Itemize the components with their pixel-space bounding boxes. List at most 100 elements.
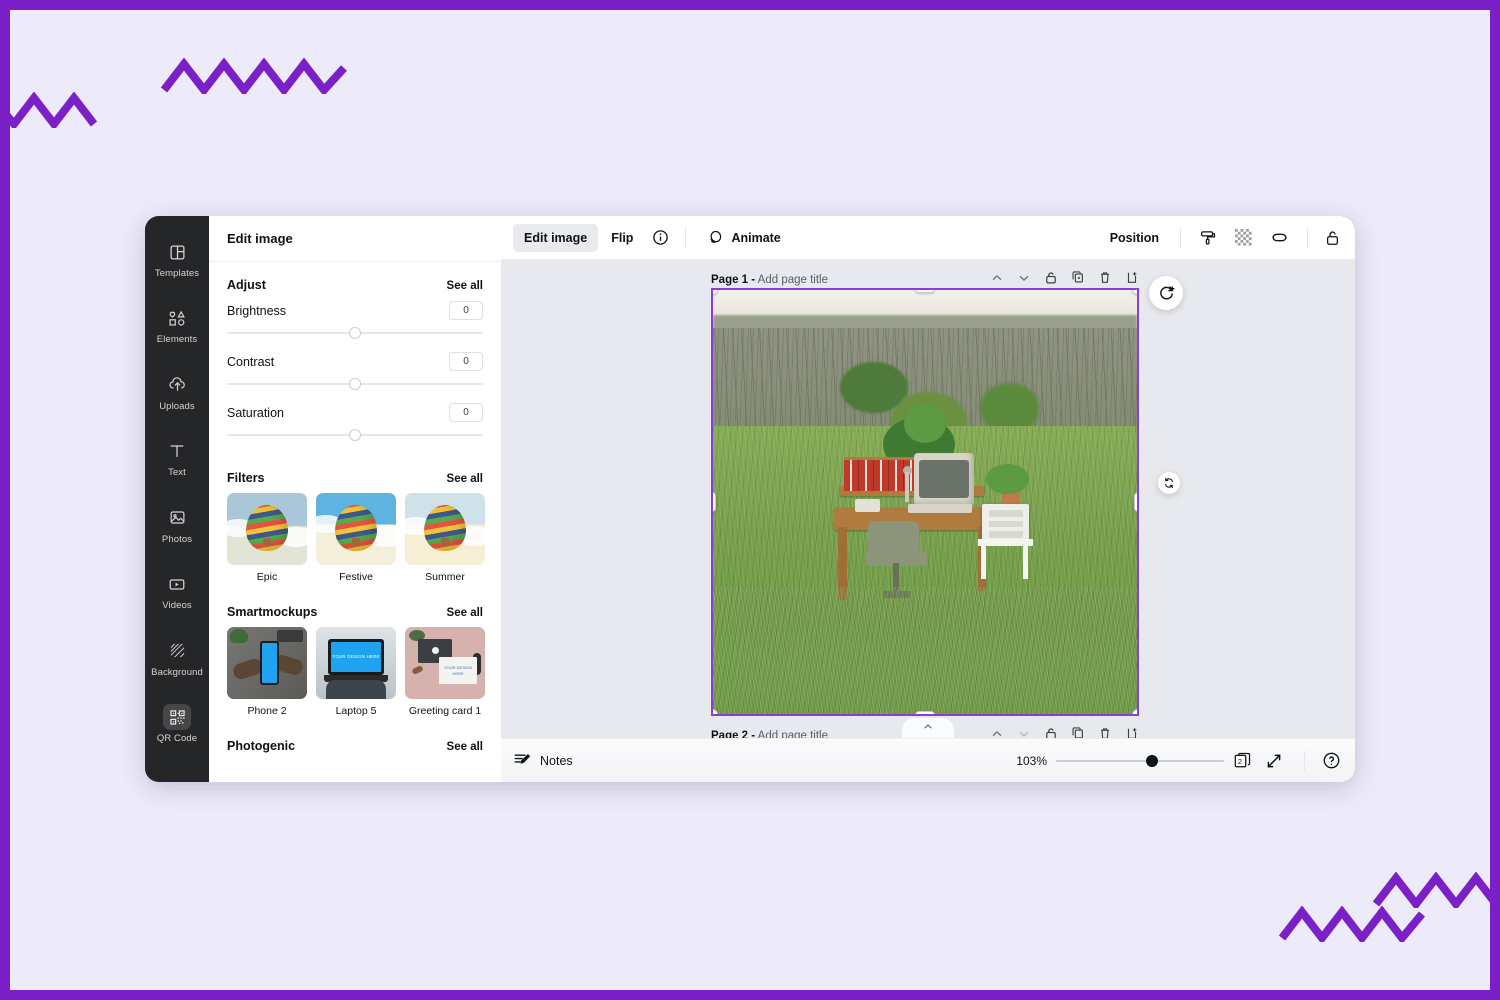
left-tool-rail: Templates Elements Uploads Text Photos V…	[145, 216, 209, 782]
statusbar-divider	[1304, 750, 1305, 771]
mockup-preview-image	[227, 627, 307, 699]
paint-roller-icon[interactable]	[1199, 229, 1217, 247]
mockup-thumb-greeting-card[interactable]: YOUR DESIGN HERE Greeting card 1	[405, 627, 485, 717]
adjust-see-all-link[interactable]: See all	[447, 280, 483, 292]
edit-image-button[interactable]: Edit image	[513, 223, 599, 252]
filter-thumb-epic[interactable]: Epic	[227, 493, 307, 583]
brightness-control: Brightness 0	[227, 301, 483, 343]
selected-image-element[interactable]	[713, 290, 1137, 714]
chevron-down-icon[interactable]	[1017, 271, 1031, 290]
sidebar-item-uploads[interactable]: Uploads	[147, 363, 207, 418]
notes-label: Notes	[540, 753, 573, 768]
mockup-thumb-phone[interactable]: Phone 2	[227, 627, 307, 717]
trash-icon[interactable]	[1098, 270, 1112, 290]
frame-border-right	[1490, 0, 1500, 1000]
resize-handle-top-center[interactable]	[915, 290, 935, 293]
page-2-title[interactable]: Page 2 - Add page title	[711, 730, 828, 738]
lock-icon[interactable]	[1324, 229, 1341, 247]
page-1-canvas[interactable]	[711, 288, 1139, 716]
sidebar-label: Videos	[162, 600, 192, 612]
adjust-title: Adjust	[227, 278, 266, 292]
filters-see-all-link[interactable]: See all	[447, 473, 483, 485]
panel-scroll-body[interactable]: Adjust See all Brightness 0 Contrast 0 S…	[209, 262, 501, 782]
filter-preview-image	[227, 493, 307, 565]
expand-icon[interactable]	[1265, 752, 1283, 770]
filter-label: Summer	[425, 571, 465, 583]
add-page-icon[interactable]	[1125, 270, 1139, 290]
chevron-down-icon[interactable]	[1017, 727, 1031, 739]
resize-handle-middle-right[interactable]	[1134, 492, 1137, 512]
transparency-icon[interactable]	[1235, 229, 1252, 246]
editor-area: Edit image Flip Animate Position Page 1 …	[501, 216, 1355, 782]
photogenic-see-all-link[interactable]: See all	[447, 741, 483, 753]
collapse-panel-tab[interactable]	[902, 718, 954, 738]
brightness-input[interactable]: 0	[449, 301, 483, 320]
context-toolbar: Edit image Flip Animate Position	[501, 216, 1355, 260]
zoom-slider-track	[1056, 759, 1224, 762]
position-button[interactable]: Position	[1099, 224, 1170, 252]
zoom-slider-knob[interactable]	[1145, 754, 1158, 767]
zoom-slider[interactable]	[1056, 754, 1224, 768]
slider-knob[interactable]	[349, 429, 361, 441]
smartmockups-title: Smartmockups	[227, 605, 318, 619]
sidebar-item-elements[interactable]: Elements	[147, 296, 207, 351]
page-count-button[interactable]: 2	[1233, 751, 1252, 770]
sidebar-item-qr-code[interactable]: QR Code	[147, 695, 207, 750]
lock-icon[interactable]	[1044, 270, 1058, 290]
sidebar-item-templates[interactable]: Templates	[147, 230, 207, 285]
animate-button[interactable]: Animate	[696, 224, 791, 252]
resize-handle-bottom-center[interactable]	[915, 711, 935, 714]
slider-knob[interactable]	[349, 378, 361, 390]
trash-icon[interactable]	[1098, 726, 1112, 738]
sidebar-item-photos[interactable]: Photos	[147, 496, 207, 551]
sidebar-label: Uploads	[159, 400, 195, 412]
filter-thumb-summer[interactable]: Summer	[405, 493, 485, 583]
smartmockups-see-all-link[interactable]: See all	[447, 607, 483, 619]
sidebar-item-background[interactable]: Background	[147, 629, 207, 684]
contrast-input[interactable]: 0	[449, 352, 483, 371]
sidebar-item-more[interactable]: More	[147, 762, 207, 783]
sidebar-item-videos[interactable]: Videos	[147, 562, 207, 617]
background-icon	[163, 638, 191, 664]
filters-grid: Epic Festive Summer	[227, 493, 485, 583]
replace-image-button[interactable]	[1158, 472, 1180, 494]
contrast-slider[interactable]	[227, 374, 483, 394]
flip-button[interactable]: Flip	[600, 224, 644, 252]
filter-thumb-festive[interactable]: Festive	[316, 493, 396, 583]
filter-preview-image	[316, 493, 396, 565]
add-comment-button[interactable]	[1149, 276, 1183, 310]
qr-code-icon	[163, 704, 191, 731]
duplicate-icon[interactable]	[1071, 726, 1085, 738]
saturation-input[interactable]: 0	[449, 403, 483, 422]
page-1-title[interactable]: Page 1 - Add page title	[711, 274, 828, 286]
chevron-up-icon[interactable]	[990, 271, 1004, 290]
page-1-header: Page 1 - Add page title	[711, 270, 1139, 290]
info-icon[interactable]	[652, 229, 669, 246]
photos-icon	[163, 505, 191, 531]
resize-handle-bottom-right[interactable]	[1132, 709, 1137, 714]
lock-icon[interactable]	[1044, 726, 1058, 738]
filter-label: Festive	[339, 571, 373, 583]
duplicate-icon[interactable]	[1071, 270, 1085, 290]
slider-knob[interactable]	[349, 327, 361, 339]
sidebar-label: Text	[168, 467, 186, 479]
sidebar-item-text[interactable]: Text	[147, 429, 207, 484]
link-icon[interactable]	[1270, 229, 1289, 246]
mockup-thumb-laptop[interactable]: YOUR DESIGN HERE Laptop 5	[316, 627, 396, 717]
videos-icon	[163, 571, 191, 597]
design-editor-window: Templates Elements Uploads Text Photos V…	[145, 216, 1355, 782]
canvas-scroll-area[interactable]: Page 1 - Add page title Page 2 - Add pag…	[501, 260, 1355, 738]
chevron-up-icon[interactable]	[990, 727, 1004, 739]
saturation-slider[interactable]	[227, 425, 483, 445]
contrast-label: Contrast	[227, 354, 275, 369]
resize-handle-middle-left[interactable]	[713, 492, 716, 512]
toolbar-divider	[1180, 227, 1181, 248]
zoom-level-value: 103%	[1016, 753, 1047, 768]
zigzag-decoration-bottom-right	[1372, 872, 1500, 908]
add-page-icon[interactable]	[1125, 726, 1139, 738]
page-2-actions	[990, 726, 1139, 738]
help-icon[interactable]	[1322, 751, 1341, 770]
brightness-slider[interactable]	[227, 323, 483, 343]
more-icon	[163, 771, 191, 783]
notes-button[interactable]: Notes	[513, 751, 573, 771]
